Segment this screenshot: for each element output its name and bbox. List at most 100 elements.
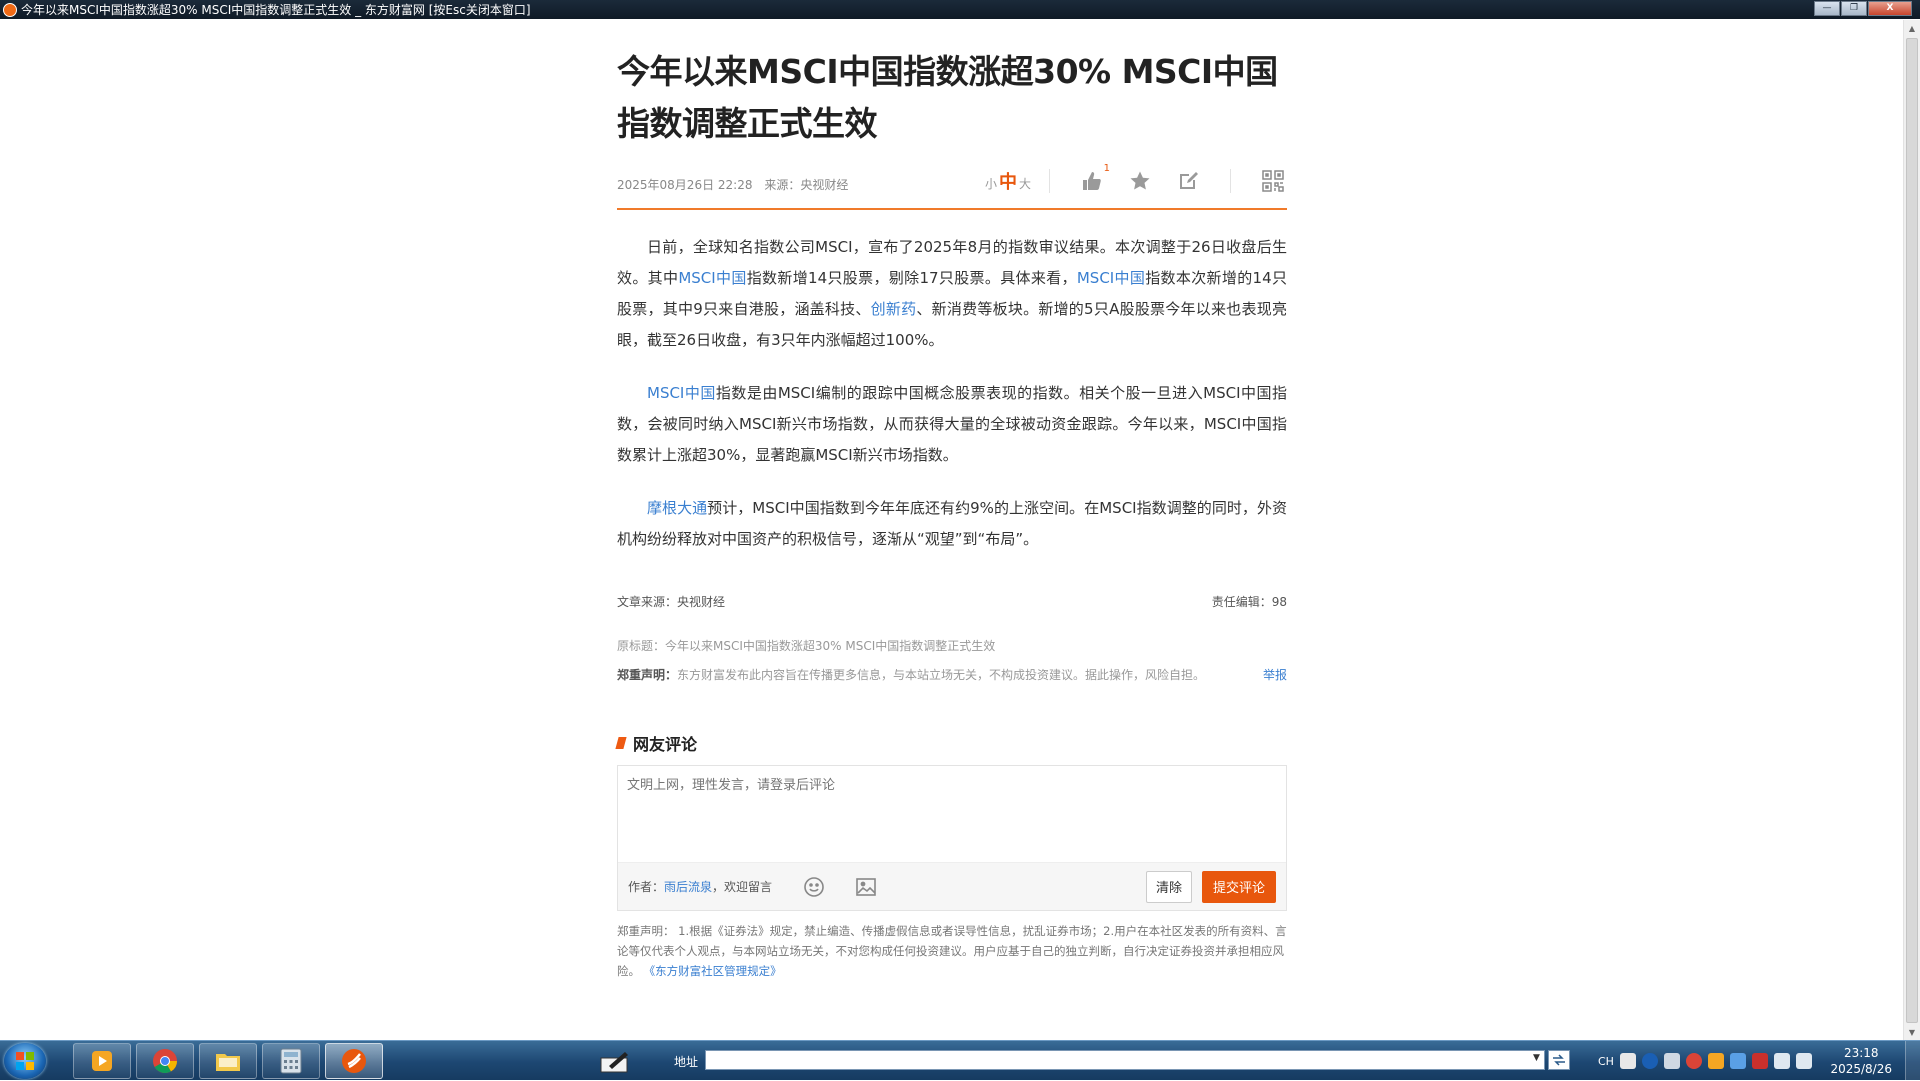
scroll-up-icon[interactable]: ▲ xyxy=(1904,20,1920,36)
comment-box: 作者： 雨后流泉 ，欢迎留言 清除 提交评论 xyxy=(617,765,1287,911)
article: 今年以来MSCI中国指数涨超30% MSCI中国指数调整正式生效 2025年08… xyxy=(615,46,1287,981)
messenger-tray-icon[interactable] xyxy=(1729,1053,1746,1069)
article-tools: 小 中 大 1 xyxy=(985,163,1287,198)
start-button[interactable] xyxy=(4,1043,46,1079)
disclaimer-label: 郑重声明： xyxy=(617,668,678,682)
like-count: 1 xyxy=(1103,163,1110,174)
eastmoney-icon xyxy=(342,1049,366,1073)
window-titlebar: 今年以来MSCI中国指数涨超30% MSCI中国指数调整正式生效 _ 东方财富网… xyxy=(0,0,1920,19)
article-body: 日前，全球知名指数公司MSCI，宣布了2025年8月的指数审议结果。本次调整于2… xyxy=(617,232,1287,555)
window-title: 今年以来MSCI中国指数涨超30% MSCI中国指数调整正式生效 _ 东方财富网… xyxy=(21,3,531,17)
article-paragraph: 摩根大通预计，MSCI中国指数到今年年底还有约9%的上涨空间。在MSCI指数调整… xyxy=(617,493,1287,555)
article-headline: 今年以来MSCI中国指数涨超30% MSCI中国指数调整正式生效 xyxy=(617,52,1278,143)
comment-input[interactable] xyxy=(618,766,1286,862)
font-large-button[interactable]: 大 xyxy=(1019,175,1031,192)
emoji-button[interactable] xyxy=(802,875,826,899)
clock[interactable]: 23:18 2025/8/26 xyxy=(1830,1045,1892,1077)
network-status-icon[interactable] xyxy=(1663,1053,1680,1069)
folder-icon xyxy=(216,1054,240,1071)
app-tray-icon[interactable] xyxy=(1707,1053,1724,1069)
taskbar-explorer[interactable] xyxy=(199,1043,257,1079)
paragraph-text: 指数是由MSCI编制的跟踪中国概念股票表现的指数。相关个股一旦进入MSCI中国指… xyxy=(617,384,1287,464)
media-player-icon xyxy=(92,1051,112,1071)
maximize-button[interactable]: ❐ xyxy=(1841,1,1867,16)
image-upload-button[interactable] xyxy=(854,875,878,899)
taskbar-pen-tool[interactable] xyxy=(586,1043,644,1079)
taskbar-eastmoney[interactable] xyxy=(325,1043,383,1079)
keyword-link[interactable]: MSCI中国 xyxy=(1077,269,1145,287)
taskbar: 地址 ▼ CH 23:18 2025/8/26 xyxy=(0,1040,1920,1081)
article-source: 来源：央视财经 xyxy=(764,178,849,192)
address-label: 地址 xyxy=(674,1055,699,1069)
tool-divider-2 xyxy=(1230,169,1231,193)
close-button[interactable]: X xyxy=(1868,1,1912,16)
help-icon[interactable] xyxy=(1641,1053,1658,1069)
windows-logo-icon xyxy=(16,1052,34,1070)
disclaimer-text: 东方财富发布此内容旨在传播更多信息，与本站立场无关，不构成投资建议。据此操作，风… xyxy=(677,668,1206,682)
address-dropdown-icon[interactable]: ▼ xyxy=(1533,1053,1543,1067)
system-tray: CH xyxy=(1598,1041,1812,1081)
volume-icon[interactable] xyxy=(1795,1053,1812,1069)
report-link[interactable]: 举报 xyxy=(1263,666,1287,683)
author-label: 作者： xyxy=(628,880,665,894)
address-input[interactable] xyxy=(705,1050,1545,1070)
keyword-link[interactable]: 创新药 xyxy=(871,300,917,318)
article-paragraph: 日前，全球知名指数公司MSCI，宣布了2025年8月的指数审议结果。本次调整于2… xyxy=(617,232,1287,356)
taskbar-calculator[interactable] xyxy=(262,1043,320,1079)
font-size-switcher: 小 中 大 xyxy=(985,168,1031,194)
author-name-link[interactable]: 雨后流泉 xyxy=(664,878,712,895)
article-date: 2025年08月26日 22:28 xyxy=(617,178,753,192)
taskbar-media-player[interactable] xyxy=(73,1043,131,1079)
article-meta-left: 2025年08月26日 22:28 来源：央视财经 xyxy=(617,176,856,193)
calculator-icon xyxy=(280,1048,302,1074)
like-button[interactable]: 1 xyxy=(1078,163,1110,195)
comment-flag-icon xyxy=(615,737,627,749)
font-small-button[interactable]: 小 xyxy=(985,175,997,192)
chrome-tray-icon[interactable] xyxy=(1685,1053,1702,1069)
window-controls: — ❐ X xyxy=(1814,1,1912,16)
comments-title: 网友评论 xyxy=(633,735,698,754)
input-method-icon[interactable] xyxy=(1619,1053,1636,1069)
submit-comment-button[interactable]: 提交评论 xyxy=(1201,870,1276,903)
keyword-link[interactable]: 摩根大通 xyxy=(647,499,707,517)
article-paragraph: MSCI中国指数是由MSCI编制的跟踪中国概念股票表现的指数。相关个股一旦进入M… xyxy=(617,378,1287,471)
favorite-button[interactable] xyxy=(1126,167,1154,195)
scroll-thumb[interactable] xyxy=(1906,38,1918,1023)
clock-time: 23:18 xyxy=(1843,1046,1879,1060)
clear-button[interactable]: 清除 xyxy=(1145,870,1192,903)
keyword-link[interactable]: MSCI中国 xyxy=(678,269,746,287)
article-source-row: 文章来源：央视财经 责任编辑：98 xyxy=(617,593,1287,613)
thumbs-up-icon xyxy=(1083,172,1101,190)
address-go-button[interactable] xyxy=(1548,1050,1570,1070)
keyword-link[interactable]: MSCI中国 xyxy=(647,384,716,402)
article-origin: 文章来源：央视财经 xyxy=(617,595,726,609)
image-icon xyxy=(856,877,876,896)
original-title: 原标题：今年以来MSCI中国指数涨超30% MSCI中国指数调整正式生效 xyxy=(617,639,996,653)
flag-icon[interactable] xyxy=(1751,1053,1768,1069)
show-desktop-button[interactable] xyxy=(1905,1041,1920,1081)
clock-date: 2025/8/26 xyxy=(1830,1062,1892,1076)
responsible-editor: 责任编辑：98 xyxy=(1211,595,1287,609)
qrcode-icon xyxy=(1262,170,1284,192)
edit-button[interactable] xyxy=(1174,167,1202,195)
go-arrow-icon xyxy=(1553,1054,1565,1066)
pen-icon xyxy=(600,1052,628,1073)
article-meta: 2025年08月26日 22:28 来源：央视财经 小 中 大 1 xyxy=(617,163,1287,204)
headline-divider xyxy=(617,208,1287,210)
community-rules-link[interactable]: 《东方财富社区管理规定》 xyxy=(644,964,782,978)
vertical-scrollbar[interactable]: ▲ ▼ xyxy=(1903,20,1920,1040)
smiley-icon xyxy=(804,876,824,897)
edit-icon xyxy=(1180,172,1198,189)
taskbar-chrome[interactable] xyxy=(136,1043,194,1079)
paragraph-text: 指数新增14只股票，剔除17只股票。具体来看， xyxy=(746,269,1077,287)
language-indicator[interactable]: CH xyxy=(1598,1055,1614,1068)
article-disclaimer: 郑重声明：东方财富发布此内容旨在传播更多信息，与本站立场无关，不构成投资建议。据… xyxy=(617,666,1287,683)
tool-divider xyxy=(1049,169,1050,193)
minimize-button[interactable]: — xyxy=(1814,1,1840,16)
font-medium-button[interactable]: 中 xyxy=(999,168,1017,194)
qrcode-button[interactable] xyxy=(1259,167,1287,195)
star-icon xyxy=(1130,171,1150,190)
paragraph-text: 预计，MSCI中国指数到今年年底还有约9%的上涨空间。在MSCI指数调整的同时，… xyxy=(617,499,1287,548)
scroll-down-icon[interactable]: ▼ xyxy=(1904,1024,1920,1040)
network-icon[interactable] xyxy=(1773,1053,1790,1069)
